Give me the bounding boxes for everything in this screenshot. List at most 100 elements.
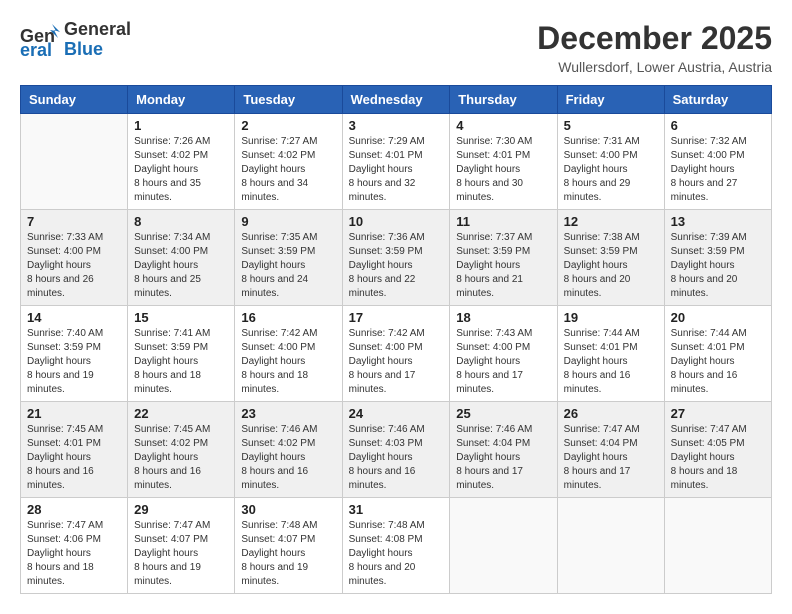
day-info: Sunrise: 7:44 AMSunset: 4:01 PMDaylight …: [564, 327, 658, 397]
calendar-week-5: 28 Sunrise: 7:47 AMSunset: 4:06 PMDayligh…: [21, 498, 772, 594]
day-info: Sunrise: 7:26 AMSunset: 4:02 PMDaylight …: [134, 135, 228, 205]
day-number: 31: [349, 502, 444, 517]
calendar-cell: 25Sunrise: 7:46 AMSunset: 4:04 PMDayligh…: [450, 402, 557, 498]
day-number: 4: [456, 118, 550, 133]
day-number: 20: [671, 310, 765, 325]
calendar-cell: 26Sunrise: 7:47 AMSunset: 4:04 PMDayligh…: [557, 402, 664, 498]
day-number: 26: [564, 406, 658, 421]
day-info: Sunrise: 7:39 AMSunset: 3:59 PMDaylight …: [671, 231, 765, 301]
calendar-cell: 20 Sunrise: 7:44 AMSunset: 4:01 PMDayligh…: [664, 306, 771, 402]
calendar-cell: 19 Sunrise: 7:44 AMSunset: 4:01 PMDayligh…: [557, 306, 664, 402]
calendar-cell: 9 Sunrise: 7:35 AMSunset: 3:59 PMDaylight…: [235, 210, 342, 306]
day-number: 5: [564, 118, 658, 133]
day-number: 11: [456, 214, 550, 229]
day-number: 15: [134, 310, 228, 325]
day-info: Sunrise: 7:45 AMSunset: 4:02 PMDaylight …: [134, 423, 228, 493]
calendar-week-2: 7 Sunrise: 7:33 AMSunset: 4:00 PMDaylight…: [21, 210, 772, 306]
day-info: Sunrise: 7:37 AMSunset: 3:59 PMDaylight …: [456, 231, 550, 301]
calendar-cell: 1Sunrise: 7:26 AMSunset: 4:02 PMDaylight…: [128, 114, 235, 210]
day-info: Sunrise: 7:36 AMSunset: 3:59 PMDaylight …: [349, 231, 444, 301]
day-number: 12: [564, 214, 658, 229]
day-number: 24: [349, 406, 444, 421]
calendar-cell: 24Sunrise: 7:46 AMSunset: 4:03 PMDayligh…: [342, 402, 450, 498]
calendar-cell: 23 Sunrise: 7:46 AMSunset: 4:02 PMDayligh…: [235, 402, 342, 498]
calendar-cell: 8 Sunrise: 7:34 AMSunset: 4:00 PMDaylight…: [128, 210, 235, 306]
day-info: Sunrise: 7:42 AMSunset: 4:00 PMDaylight …: [241, 327, 335, 397]
day-number: 8: [134, 214, 228, 229]
calendar-cell: 15 Sunrise: 7:41 AMSunset: 3:59 PMDayligh…: [128, 306, 235, 402]
day-number: 23: [241, 406, 335, 421]
calendar-cell: 29 Sunrise: 7:47 AMSunset: 4:07 PMDayligh…: [128, 498, 235, 594]
day-info: Sunrise: 7:40 AMSunset: 3:59 PMDaylight …: [27, 327, 121, 397]
day-number: 7: [27, 214, 121, 229]
day-number: 2: [241, 118, 335, 133]
calendar-cell: 11 Sunrise: 7:37 AMSunset: 3:59 PMDayligh…: [450, 210, 557, 306]
day-header-tuesday: Tuesday: [235, 86, 342, 114]
day-info: Sunrise: 7:46 AMSunset: 4:02 PMDaylight …: [241, 423, 335, 493]
day-info: Sunrise: 7:30 AMSunset: 4:01 PMDaylight …: [456, 135, 550, 205]
calendar-cell: 28 Sunrise: 7:47 AMSunset: 4:06 PMDayligh…: [21, 498, 128, 594]
logo-icon: Gen eral: [20, 22, 60, 58]
day-number: 6: [671, 118, 765, 133]
calendar-cell: 10 Sunrise: 7:36 AMSunset: 3:59 PMDayligh…: [342, 210, 450, 306]
day-info: Sunrise: 7:47 AMSunset: 4:05 PMDaylight …: [671, 423, 765, 493]
logo-general: General: [64, 20, 131, 40]
day-number: 19: [564, 310, 658, 325]
day-info: Sunrise: 7:44 AMSunset: 4:01 PMDaylight …: [671, 327, 765, 397]
day-info: Sunrise: 7:47 AMSunset: 4:06 PMDaylight …: [27, 519, 121, 589]
day-number: 9: [241, 214, 335, 229]
day-info: Sunrise: 7:38 AMSunset: 3:59 PMDaylight …: [564, 231, 658, 301]
calendar-cell: 14Sunrise: 7:40 AMSunset: 3:59 PMDayligh…: [21, 306, 128, 402]
calendar-cell: [21, 114, 128, 210]
day-number: 30: [241, 502, 335, 517]
calendar-cell: 7 Sunrise: 7:33 AMSunset: 4:00 PMDaylight…: [21, 210, 128, 306]
calendar-week-3: 14Sunrise: 7:40 AMSunset: 3:59 PMDayligh…: [21, 306, 772, 402]
calendar-cell: [450, 498, 557, 594]
day-number: 17: [349, 310, 444, 325]
day-number: 3: [349, 118, 444, 133]
day-number: 29: [134, 502, 228, 517]
day-info: Sunrise: 7:35 AMSunset: 3:59 PMDaylight …: [241, 231, 335, 301]
calendar-cell: 30Sunrise: 7:48 AMSunset: 4:07 PMDayligh…: [235, 498, 342, 594]
calendar-cell: 12 Sunrise: 7:38 AMSunset: 3:59 PMDayligh…: [557, 210, 664, 306]
day-number: 21: [27, 406, 121, 421]
logo-blue: Blue: [64, 40, 131, 60]
day-info: Sunrise: 7:29 AMSunset: 4:01 PMDaylight …: [349, 135, 444, 205]
day-info: Sunrise: 7:33 AMSunset: 4:00 PMDaylight …: [27, 231, 121, 301]
calendar-week-4: 21 Sunrise: 7:45 AMSunset: 4:01 PMDayligh…: [21, 402, 772, 498]
day-info: Sunrise: 7:34 AMSunset: 4:00 PMDaylight …: [134, 231, 228, 301]
title-section: December 2025 Wullersdorf, Lower Austria…: [537, 20, 772, 75]
day-info: Sunrise: 7:47 AMSunset: 4:07 PMDaylight …: [134, 519, 228, 589]
day-header-wednesday: Wednesday: [342, 86, 450, 114]
day-number: 13: [671, 214, 765, 229]
calendar-header-row: SundayMondayTuesdayWednesdayThursdayFrid…: [21, 86, 772, 114]
day-header-sunday: Sunday: [21, 86, 128, 114]
calendar-cell: [557, 498, 664, 594]
calendar-cell: 16 Sunrise: 7:42 AMSunset: 4:00 PMDayligh…: [235, 306, 342, 402]
month-title: December 2025: [537, 20, 772, 57]
calendar-cell: [664, 498, 771, 594]
day-number: 22: [134, 406, 228, 421]
day-header-thursday: Thursday: [450, 86, 557, 114]
calendar-cell: 2 Sunrise: 7:27 AMSunset: 4:02 PMDaylight…: [235, 114, 342, 210]
calendar-cell: 3 Sunrise: 7:29 AMSunset: 4:01 PMDaylight…: [342, 114, 450, 210]
day-info: Sunrise: 7:41 AMSunset: 3:59 PMDaylight …: [134, 327, 228, 397]
calendar-cell: 21 Sunrise: 7:45 AMSunset: 4:01 PMDayligh…: [21, 402, 128, 498]
calendar-cell: 27Sunrise: 7:47 AMSunset: 4:05 PMDayligh…: [664, 402, 771, 498]
calendar-cell: 31Sunrise: 7:48 AMSunset: 4:08 PMDayligh…: [342, 498, 450, 594]
day-header-saturday: Saturday: [664, 86, 771, 114]
day-number: 16: [241, 310, 335, 325]
day-info: Sunrise: 7:45 AMSunset: 4:01 PMDaylight …: [27, 423, 121, 493]
day-number: 25: [456, 406, 550, 421]
day-number: 10: [349, 214, 444, 229]
calendar-cell: 5Sunrise: 7:31 AMSunset: 4:00 PMDaylight…: [557, 114, 664, 210]
calendar-cell: 13 Sunrise: 7:39 AMSunset: 3:59 PMDayligh…: [664, 210, 771, 306]
calendar-table: SundayMondayTuesdayWednesdayThursdayFrid…: [20, 85, 772, 594]
day-number: 28: [27, 502, 121, 517]
location: Wullersdorf, Lower Austria, Austria: [537, 59, 772, 75]
calendar-cell: 17Sunrise: 7:42 AMSunset: 4:00 PMDayligh…: [342, 306, 450, 402]
day-info: Sunrise: 7:27 AMSunset: 4:02 PMDaylight …: [241, 135, 335, 205]
day-info: Sunrise: 7:32 AMSunset: 4:00 PMDaylight …: [671, 135, 765, 205]
calendar-cell: 22 Sunrise: 7:45 AMSunset: 4:02 PMDayligh…: [128, 402, 235, 498]
day-info: Sunrise: 7:43 AMSunset: 4:00 PMDaylight …: [456, 327, 550, 397]
